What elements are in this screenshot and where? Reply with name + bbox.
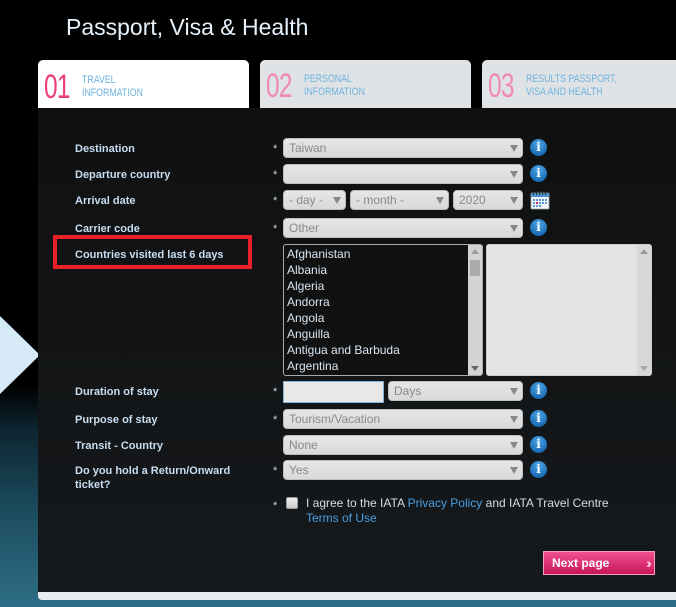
scroll-up-icon[interactable] [471,249,479,254]
country-option[interactable]: Afghanistan [287,246,482,262]
country-option[interactable]: Algeria [287,278,482,294]
country-option[interactable]: Anguilla [287,326,482,342]
required-mark: * [273,195,278,207]
tab-number: 03 [488,67,515,105]
arrival-day-select[interactable]: - day - [283,190,346,210]
arrival-day-value: - day - [289,193,324,207]
destination-select[interactable]: Taiwan [283,138,523,158]
destination-label: Destination [75,143,135,155]
return-ticket-value: Yes [289,463,309,477]
departure-label: Departure country [75,169,171,181]
tab-results[interactable]: 03 Results Passport, Visa and Health [482,60,676,108]
country-option[interactable]: Angola [287,310,482,326]
page-title: Passport, Visa & Health [66,14,309,40]
info-icon[interactable]: i [530,219,547,236]
chevron-down-icon [510,416,518,423]
chevron-down-icon [510,225,518,232]
tab-travel-information[interactable]: 01 Travel Information [38,60,249,109]
tab-label: Personal Information [304,73,365,98]
chevron-down-icon [510,388,518,395]
next-page-button[interactable]: Next page ››› [543,551,655,575]
chevron-down-icon [510,145,518,152]
carrier-code-label: Carrier code [75,223,140,235]
carrier-code-value: Other [289,221,320,235]
info-icon[interactable]: i [530,382,547,399]
duration-unit-value: Days [394,384,422,398]
chevrons-right-icon: ››› [646,555,652,571]
return-ticket-label: Do you hold a Return/Onward ticket? [75,465,231,491]
chevron-down-icon [333,197,341,204]
duration-input[interactable] [283,381,384,403]
tab-label: Travel Information [82,73,143,99]
next-page-label: Next page [552,556,610,570]
privacy-policy-link[interactable]: Privacy Policy [408,496,483,510]
arrival-month-value: - month - [356,193,405,207]
duration-unit-select[interactable]: Days [388,381,523,401]
departure-select[interactable] [283,164,523,184]
chevron-down-icon [510,197,518,204]
required-mark: * [273,465,278,477]
agree-checkbox[interactable] [286,497,298,509]
tab-number: 02 [266,67,293,105]
tab-label: Results Passport, Visa and Health [526,73,617,98]
purpose-value: Tourism/Vacation [289,412,381,426]
required-mark: * [273,414,278,426]
required-mark: * [273,500,278,512]
highlight-box [53,235,252,269]
info-icon[interactable]: i [530,165,547,182]
transit-value: None [289,438,318,452]
country-option[interactable]: Andorra [287,294,482,310]
required-mark: * [273,386,278,398]
tab-number: 01 [44,67,71,106]
return-ticket-select[interactable]: Yes [283,460,523,480]
calendar-icon[interactable] [530,190,550,210]
chevron-down-icon [436,197,444,204]
scroll-up-icon[interactable] [640,249,648,254]
duration-label: Duration of stay [75,386,159,398]
purpose-label: Purpose of stay [75,414,158,426]
arrival-year-value: 2020 [459,193,486,207]
panel-bottom-edge [38,592,676,600]
country-option[interactable]: Albania [287,262,482,278]
info-icon[interactable]: i [530,436,547,453]
scroll-down-icon[interactable] [640,366,648,371]
chevron-down-icon [510,442,518,449]
chevron-down-icon [510,171,518,178]
chevron-down-icon [510,467,518,474]
info-icon[interactable]: i [530,410,547,427]
country-option[interactable]: Argentina [287,358,482,374]
carrier-code-select[interactable]: Other [283,218,523,238]
required-mark: * [273,143,278,155]
required-mark: * [273,169,278,181]
scroll-down-icon[interactable] [471,366,479,371]
terms-of-use-link[interactable]: Terms of Use [306,511,377,525]
scrollbar[interactable] [637,245,651,375]
transit-select[interactable]: None [283,435,523,455]
transit-label: Transit - Country [75,440,164,452]
destination-value: Taiwan [289,141,327,155]
arrival-date-label: Arrival date [75,195,136,207]
info-icon[interactable]: i [530,461,547,478]
country-option[interactable]: Antigua and Barbuda [287,342,482,358]
step-tabs: 01 Travel Information 02 Personal Informat… [38,60,676,109]
arrival-month-select[interactable]: - month - [350,190,449,210]
countries-available-list[interactable]: Afghanistan Albania Algeria Andorra Ango… [283,244,483,376]
agree-text: I agree to the IATA Privacy Policy and I… [306,496,609,525]
background-arrow-shape [0,170,40,540]
purpose-select[interactable]: Tourism/Vacation [283,409,523,429]
countries-selected-list[interactable] [486,244,652,376]
scrollbar-thumb[interactable] [470,260,480,276]
arrival-year-select[interactable]: 2020 [453,190,523,210]
scrollbar[interactable] [468,245,482,375]
info-icon[interactable]: i [530,139,547,156]
tab-personal-information[interactable]: 02 Personal Information [260,60,471,108]
required-mark: * [273,223,278,235]
